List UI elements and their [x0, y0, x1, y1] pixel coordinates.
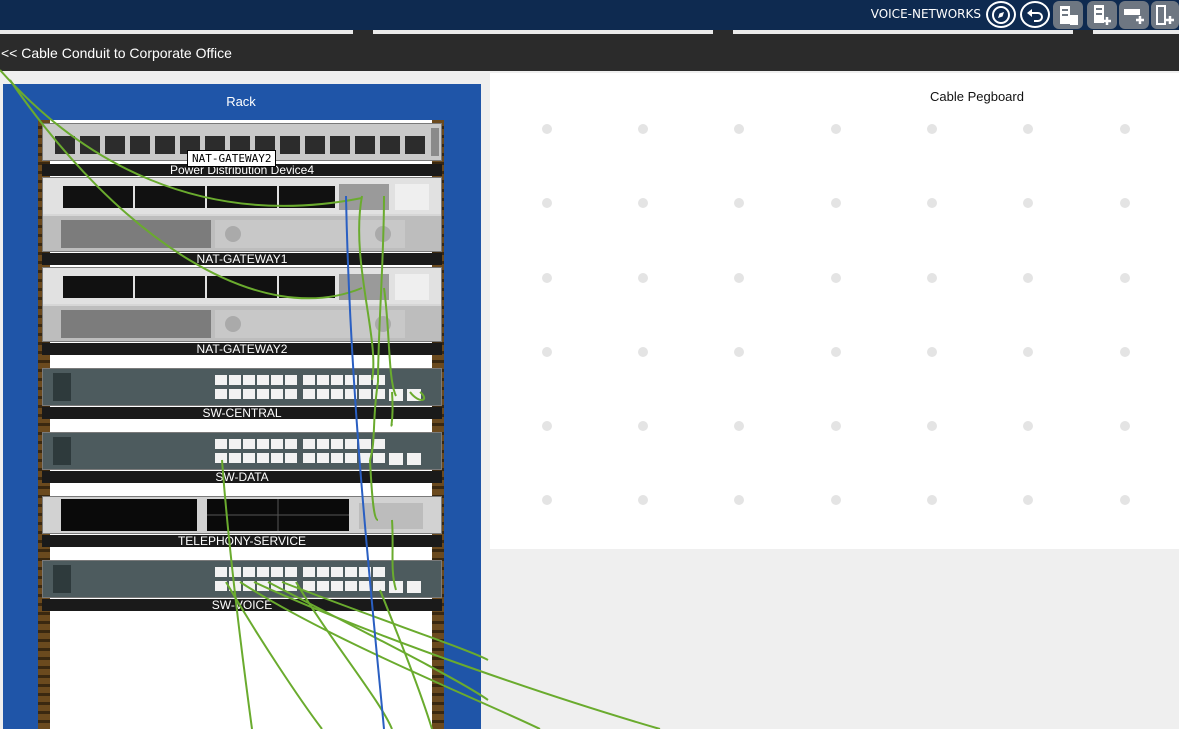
peg-hole: [542, 198, 552, 208]
back-icon: [1027, 8, 1043, 22]
peg-hole: [1120, 495, 1130, 505]
peg-hole: [638, 495, 648, 505]
peg-hole: [927, 495, 937, 505]
navigate-icon: [992, 5, 1010, 24]
device-label-nat-gateway1: NAT-GATEWAY1: [42, 253, 442, 265]
pegboard-title: Cable Pegboard: [930, 89, 1024, 104]
device-label-sw-data: SW-DATA: [42, 471, 442, 483]
peg-hole: [831, 495, 841, 505]
telephony-service-router[interactable]: [42, 496, 442, 534]
peg-hole: [831, 421, 841, 431]
peg-hole: [638, 198, 648, 208]
sw-data-switch[interactable]: [42, 432, 442, 470]
peg-hole: [1023, 495, 1033, 505]
back-button[interactable]: [1020, 1, 1050, 28]
location-bar: << Cable Conduit to Corporate Office: [0, 36, 1179, 71]
add-module-button[interactable]: [1151, 1, 1179, 29]
peg-hole: [927, 347, 937, 357]
sw-central-switch[interactable]: [42, 368, 442, 406]
add-device-button[interactable]: [1087, 1, 1117, 29]
add-device-icon: [1094, 5, 1111, 25]
peg-hole: [734, 347, 744, 357]
back-to-conduit-link[interactable]: << Cable Conduit to Corporate Office: [1, 45, 232, 61]
device-label-nat-gateway2: NAT-GATEWAY2: [42, 343, 442, 355]
peg-hole: [542, 421, 552, 431]
switch-front-panel: [43, 369, 441, 405]
workspace-label: VOICE-NETWORKS: [870, 7, 981, 21]
peg-hole: [831, 124, 841, 134]
peg-hole: [638, 124, 648, 134]
add-rack-device-icon: [1060, 6, 1078, 25]
peg-hole: [1120, 124, 1130, 134]
peg-hole: [831, 273, 841, 283]
router-front-panel: [43, 268, 441, 341]
peg-hole: [1023, 273, 1033, 283]
peg-hole: [927, 198, 937, 208]
sw-voice-switch[interactable]: [42, 560, 442, 598]
add-module-icon: [1156, 5, 1174, 25]
peg-hole: [1023, 198, 1033, 208]
switch-front-panel: [43, 561, 441, 597]
peg-hole: [734, 421, 744, 431]
peg-hole: [927, 421, 937, 431]
add-shelf-device-icon: [1124, 9, 1144, 24]
device-label-sw-central: SW-CENTRAL: [42, 407, 442, 419]
peg-hole: [1120, 421, 1130, 431]
peg-hole: [734, 495, 744, 505]
peg-hole: [927, 124, 937, 134]
nat-gateway2-router[interactable]: [42, 267, 442, 342]
nat-gateway1-router[interactable]: [42, 177, 442, 252]
rack-title: Rack: [38, 84, 444, 120]
peg-hole: [927, 273, 937, 283]
peg-hole: [542, 273, 552, 283]
device-label-telephony-service: TELEPHONY-SERVICE: [42, 535, 442, 547]
peg-hole: [831, 198, 841, 208]
add-shelf-device-button[interactable]: [1119, 1, 1149, 29]
peg-hole: [638, 273, 648, 283]
peg-hole: [831, 347, 841, 357]
peg-hole: [638, 347, 648, 357]
cable-pegboard: [490, 73, 1179, 549]
switch-front-panel: [43, 433, 441, 469]
navigate-button[interactable]: [986, 1, 1016, 28]
peg-hole: [1120, 347, 1130, 357]
peg-hole: [542, 495, 552, 505]
peg-hole: [734, 124, 744, 134]
device-tooltip: NAT-GATEWAY2: [187, 150, 277, 167]
peg-hole: [1023, 421, 1033, 431]
peg-hole: [734, 273, 744, 283]
router-front-panel: [43, 178, 441, 251]
peg-hole: [1120, 273, 1130, 283]
top-toolbar: VOICE-NETWORKS: [0, 0, 1179, 30]
add-rack-device-button[interactable]: [1053, 1, 1083, 29]
peg-hole: [1023, 347, 1033, 357]
peg-hole: [542, 124, 552, 134]
peg-hole: [1023, 124, 1033, 134]
router-front-panel: [43, 497, 441, 533]
peg-hole: [638, 421, 648, 431]
peg-hole: [734, 198, 744, 208]
device-label-sw-voice: SW-VOICE: [42, 599, 442, 611]
peg-hole: [542, 347, 552, 357]
peg-hole: [1120, 198, 1130, 208]
